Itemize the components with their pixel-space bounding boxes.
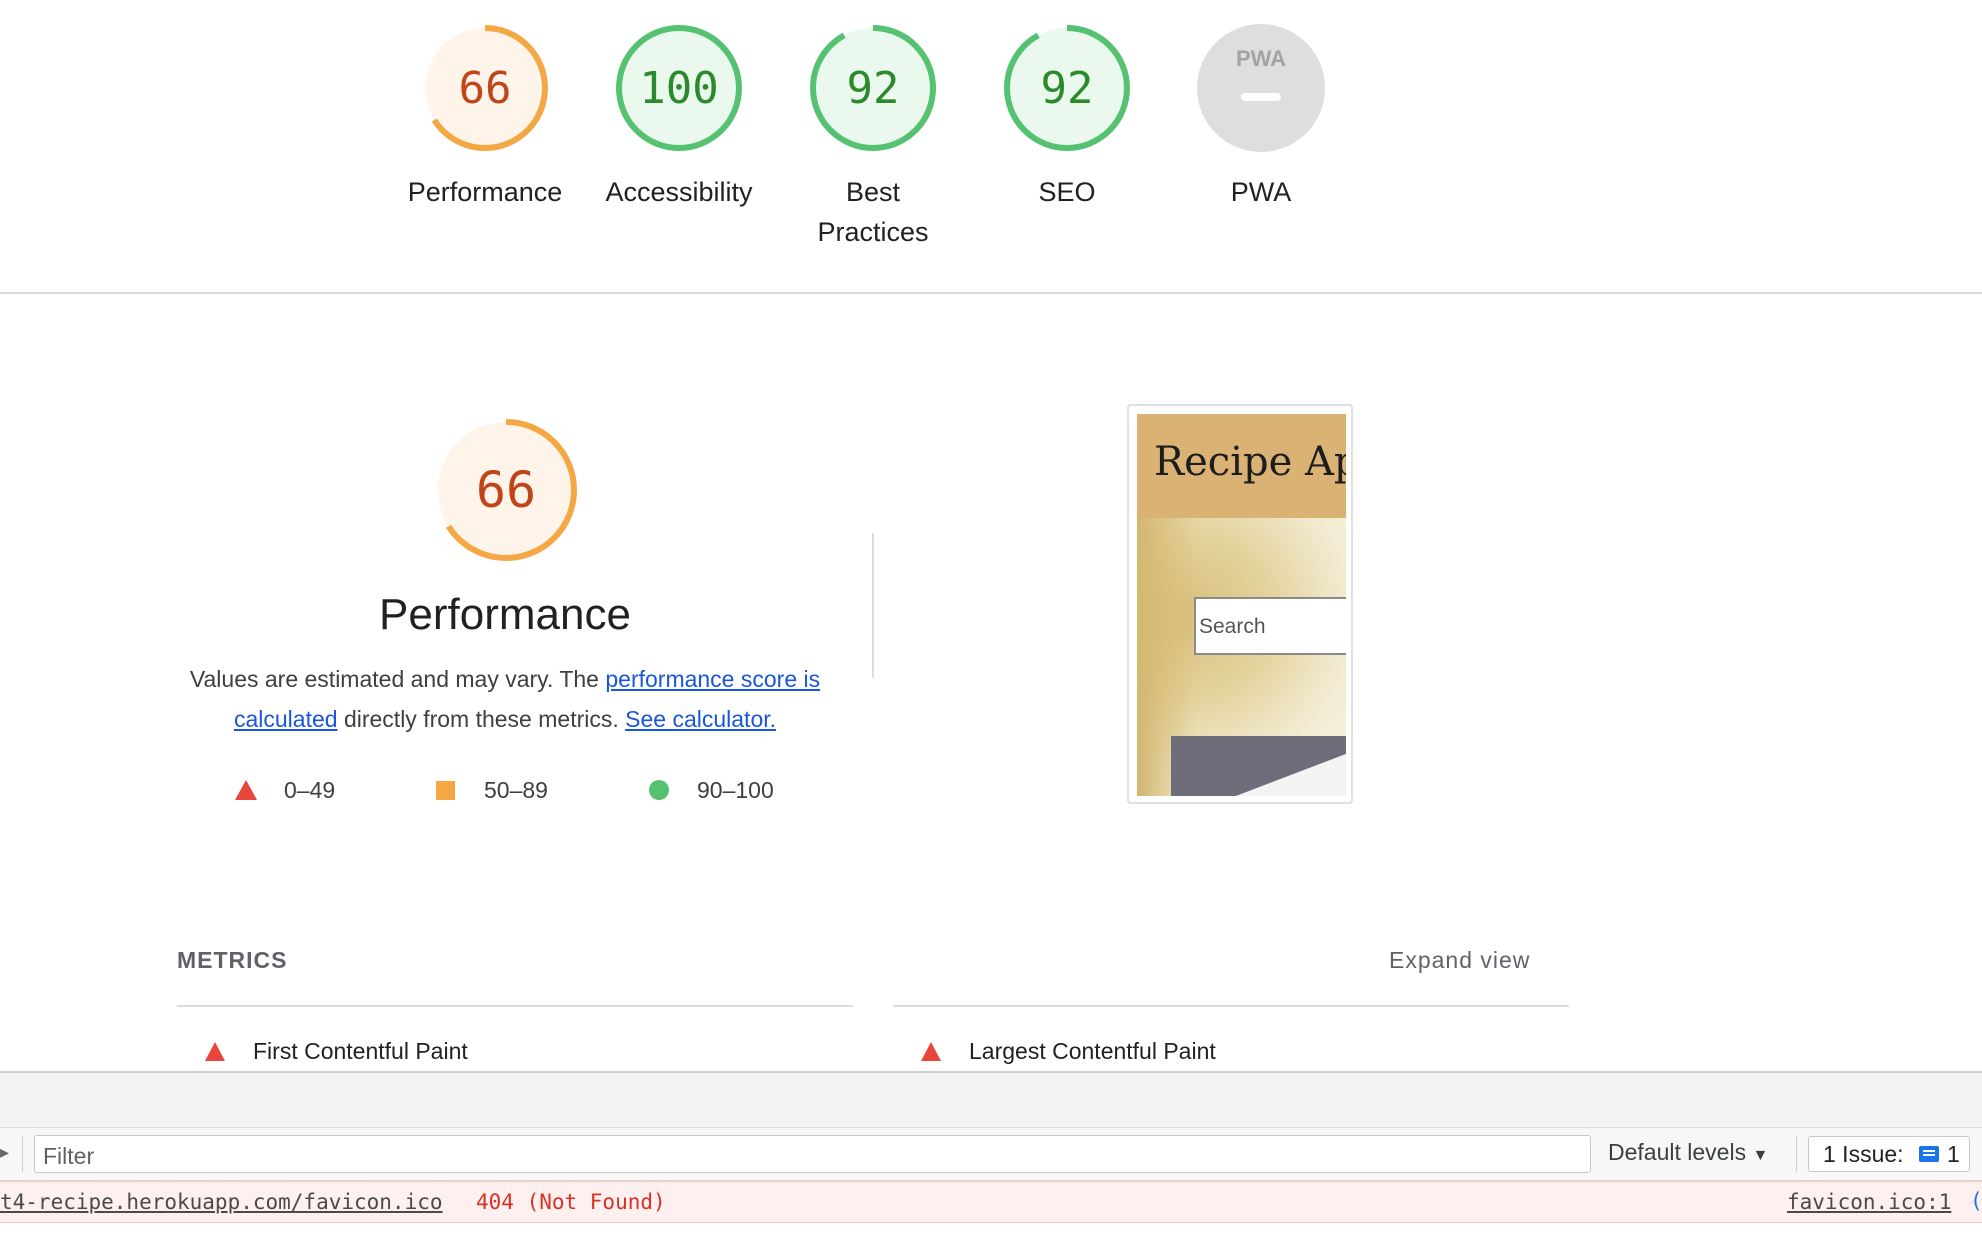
square-icon xyxy=(436,781,455,800)
metric-first-contentful-paint: First Contentful Paint xyxy=(253,1038,468,1064)
circle-icon xyxy=(649,780,669,800)
console-drawer: ▸ Filter Default levels ▼ 1 Issue: 1 t4-… xyxy=(0,1071,1982,1250)
metrics-divider-right xyxy=(893,1005,1569,1007)
thumbnail-title: Recipe App xyxy=(1154,439,1346,485)
vertical-divider xyxy=(872,533,874,678)
description-text: Values are estimated and may vary. The xyxy=(189,666,606,692)
gauge-pwa[interactable]: PWA xyxy=(1195,22,1327,154)
legend-range: 0–49 xyxy=(284,777,336,803)
dropdown-arrow-icon: ▼ xyxy=(1752,1147,1769,1164)
info-icon: ( xyxy=(1970,1189,1982,1213)
chevron-right-icon[interactable]: ▸ xyxy=(0,1142,9,1163)
performance-description: Values are estimated and may vary. The p… xyxy=(180,659,830,739)
drawer-tabbar xyxy=(0,1073,1982,1128)
gauge-seo[interactable]: 92 xyxy=(1001,22,1133,154)
screenshot-viewport: Recipe App Search xyxy=(1137,414,1346,796)
divider xyxy=(0,292,1982,294)
score-value: 92 xyxy=(846,62,900,114)
message-icon xyxy=(1919,1146,1939,1162)
performance-title: Performance xyxy=(379,590,631,639)
legend-range: 90–100 xyxy=(697,777,774,803)
error-status: 404 (Not Found) xyxy=(476,1190,666,1214)
pwa-badge xyxy=(1197,24,1325,152)
error-source-link[interactable]: favicon.ico:1 xyxy=(1787,1190,1951,1214)
toolbar-separator xyxy=(1796,1136,1797,1172)
score-label-best-practices: Best Practices xyxy=(817,177,929,247)
issues-count: 1 xyxy=(1947,1141,1960,1167)
metrics-header: METRICS xyxy=(177,947,288,973)
thumbnail-dark-panel xyxy=(1171,736,1346,796)
see-calculator-link[interactable]: See calculator. xyxy=(625,706,776,732)
score-value: 92 xyxy=(1040,62,1094,114)
description-text: directly from these metrics. xyxy=(337,706,626,732)
gauge-best-practices[interactable]: 92 xyxy=(807,22,939,154)
gauge-performance[interactable]: 66 xyxy=(419,22,551,154)
error-url-link[interactable]: t4-recipe.herokuapp.com/favicon.ico xyxy=(0,1190,443,1214)
console-error-row: t4-recipe.herokuapp.com/favicon.ico 404 … xyxy=(0,1181,1982,1223)
pwa-logo-icon: PWA xyxy=(1235,46,1287,71)
triangle-icon xyxy=(921,1042,941,1061)
metric-largest-contentful-paint: Largest Contentful Paint xyxy=(969,1038,1216,1064)
score-label-pwa: PWA xyxy=(1230,177,1292,207)
console-filter-input[interactable]: Filter xyxy=(34,1135,1591,1173)
score-value: 66 xyxy=(458,62,512,114)
performance-score: 66 xyxy=(475,461,537,519)
gauge-accessibility[interactable]: 100 xyxy=(613,22,745,154)
performance-gauge: 66 xyxy=(432,416,580,564)
console-toolbar: ▸ Filter Default levels ▼ 1 Issue: 1 xyxy=(0,1128,1982,1181)
final-screenshot-thumbnail[interactable]: Recipe App Search xyxy=(1127,404,1353,804)
issues-label: 1 Issue: xyxy=(1823,1141,1904,1167)
triangle-icon xyxy=(205,1042,225,1061)
score-label-accessibility: Accessibility xyxy=(605,177,753,207)
issues-button[interactable]: 1 Issue: 1 xyxy=(1808,1136,1970,1172)
expand-view-button[interactable]: Expand view xyxy=(1389,947,1530,974)
levels-label: Default levels xyxy=(1608,1139,1747,1165)
thumbnail-search-input: Search xyxy=(1194,597,1346,655)
triangle-icon xyxy=(235,780,257,800)
legend-range: 50–89 xyxy=(484,777,548,803)
score-value: 100 xyxy=(639,62,719,114)
score-label-performance: Performance xyxy=(407,177,563,207)
default-levels-dropdown[interactable]: Default levels ▼ xyxy=(1608,1139,1768,1166)
toolbar-separator xyxy=(22,1136,23,1172)
filter-placeholder: Filter xyxy=(43,1143,95,1169)
score-label-seo: SEO xyxy=(1038,177,1096,207)
metrics-divider-left xyxy=(177,1005,853,1007)
search-placeholder: Search xyxy=(1199,615,1266,638)
message-icon-lines xyxy=(1923,1150,1935,1152)
